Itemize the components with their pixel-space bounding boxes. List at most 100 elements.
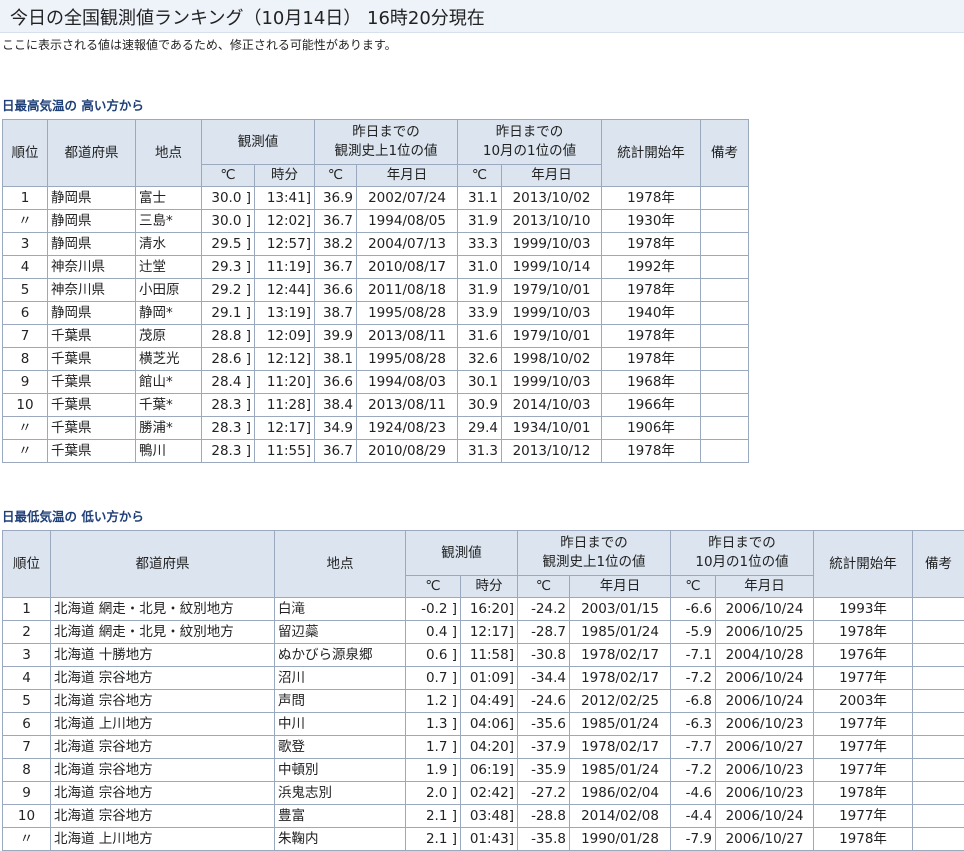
start-year-cell: 2003年 [813, 689, 913, 713]
october-value-cell: -7.2 [670, 666, 716, 690]
history-value-cell: -24.6 [517, 689, 570, 713]
site-cell: 声問 [274, 689, 406, 713]
history-date-cell: 1978/02/17 [569, 735, 671, 759]
table-row: 〃千葉県 勝浦* 28.3 ] 12:17] 34.9 1924/08/23 29.4 193… [2, 416, 749, 440]
observed-value-cell: 28.4 ] [201, 370, 255, 394]
header-october-line2: 10月の1位の値 [482, 143, 577, 159]
start-year-cell: 1992年 [601, 255, 701, 279]
prefecture-cell: 神奈川県 [47, 278, 136, 302]
observed-value-cell: 1.7 ] [405, 735, 461, 759]
prefecture-cell: 静岡県 [47, 301, 136, 325]
table-row: 1 静岡県 富士 30.0 ] 13:41] 36.9 2002/07/24 31.1 2013… [2, 186, 749, 210]
header-october-record: 昨日までの 10月の1位の値 [457, 119, 602, 165]
observed-time-cell: 11:55] [254, 439, 315, 463]
site-cell: 辻堂 [135, 255, 202, 279]
start-year-cell: 1968年 [601, 370, 701, 394]
table-row: 6 北海道 上川地方 中川 1.3 ] 04:06] -35.6 1985/01/24 -6.… [2, 712, 964, 736]
observed-value-cell: 30.0 ] [201, 186, 255, 210]
site-cell: 千葉* [135, 393, 202, 417]
history-date-cell: 2010/08/29 [356, 439, 458, 463]
history-value-cell: -28.7 [517, 620, 570, 644]
history-date-cell: 1978/02/17 [569, 666, 671, 690]
table-row: 8 北海道 宗谷地方 中頓別 1.9 ] 06:19] -35.9 1985/01/24 -7… [2, 758, 964, 782]
site-cell: 留辺蘂 [274, 620, 406, 644]
notes-cell [912, 643, 964, 667]
october-value-cell: -7.9 [670, 827, 716, 851]
observed-time-cell: 12:17] [254, 416, 315, 440]
table-row: 5 北海道 宗谷地方 声問 1.2 ] 04:49] -24.6 2012/02/25 -6.… [2, 689, 964, 713]
history-value-cell: 36.6 [314, 370, 357, 394]
history-value-cell: 38.4 [314, 393, 357, 417]
header-october-line2: 10月の1位の値 [695, 554, 789, 570]
october-value-cell: -7.1 [670, 643, 716, 667]
header-history-line2: 観測史上1位の値 [542, 554, 646, 570]
october-date-cell: 1934/10/01 [501, 416, 602, 440]
header-date: 年月日 [356, 164, 458, 187]
october-value-cell: 31.1 [457, 186, 502, 210]
high-temp-heading: 日最高気温の 高い方から [2, 98, 144, 113]
notes-cell [700, 439, 749, 463]
prefecture-cell: 静岡県 [47, 232, 136, 256]
prefecture-cell: 北海道 宗谷地方 [50, 804, 275, 828]
header-october-record: 昨日までの 10月の1位の値 [670, 530, 814, 576]
rank-cell: 10 [2, 393, 48, 417]
october-date-cell: 2006/10/25 [715, 620, 814, 644]
october-date-cell: 1979/10/01 [501, 324, 602, 348]
history-value-cell: -35.8 [517, 827, 570, 851]
observed-time-cell: 12:02] [254, 209, 315, 233]
history-value-cell: 36.7 [314, 255, 357, 279]
header-deg: ℃ [405, 575, 461, 598]
start-year-cell: 1966年 [601, 393, 701, 417]
october-value-cell: 31.3 [457, 439, 502, 463]
history-value-cell: 36.7 [314, 209, 357, 233]
october-value-cell: 31.9 [457, 209, 502, 233]
rank-cell: 3 [2, 232, 48, 256]
observed-time-cell: 13:19] [254, 301, 315, 325]
notes-cell [912, 597, 964, 621]
october-date-cell: 2014/10/03 [501, 393, 602, 417]
october-date-cell: 2006/10/24 [715, 689, 814, 713]
prefecture-cell: 静岡県 [47, 209, 136, 233]
notes-cell [912, 804, 964, 828]
history-date-cell: 1985/01/24 [569, 758, 671, 782]
notes-cell [700, 255, 749, 279]
site-cell: 歌登 [274, 735, 406, 759]
high-temp-body: 1 静岡県 富士 30.0 ] 13:41] 36.9 2002/07/24 31.1 2013… [2, 186, 749, 463]
start-year-cell: 1977年 [813, 712, 913, 736]
history-date-cell: 2002/07/24 [356, 186, 458, 210]
site-cell: 中頓別 [274, 758, 406, 782]
prefecture-cell: 静岡県 [47, 186, 136, 210]
header-prefecture: 都道府県 [50, 530, 275, 598]
start-year-cell: 1930年 [601, 209, 701, 233]
header-history-record: 昨日までの 観測史上1位の値 [517, 530, 671, 576]
october-value-cell: 30.9 [457, 393, 502, 417]
prefecture-cell: 北海道 宗谷地方 [50, 666, 275, 690]
header-october-line1: 昨日までの [708, 535, 776, 551]
table-row: 5 神奈川県 小田原 29.2 ] 12:44] 36.6 2011/08/18 31.9 19… [2, 278, 749, 302]
october-date-cell: 2013/10/10 [501, 209, 602, 233]
observed-value-cell: 29.3 ] [201, 255, 255, 279]
october-value-cell: -4.6 [670, 781, 716, 805]
history-date-cell: 1990/01/28 [569, 827, 671, 851]
history-value-cell: -28.8 [517, 804, 570, 828]
start-year-cell: 1977年 [813, 735, 913, 759]
header-date: 年月日 [569, 575, 671, 598]
prefecture-cell: 北海道 網走・北見・紋別地方 [50, 620, 275, 644]
history-value-cell: 36.7 [314, 439, 357, 463]
observed-time-cell: 01:43] [460, 827, 518, 851]
start-year-cell: 1978年 [601, 186, 701, 210]
rank-cell: 5 [2, 689, 51, 713]
history-date-cell: 2014/02/08 [569, 804, 671, 828]
history-value-cell: -24.2 [517, 597, 570, 621]
site-cell: 勝浦* [135, 416, 202, 440]
start-year-cell: 1978年 [601, 232, 701, 256]
rank-cell: 9 [2, 781, 51, 805]
start-year-cell: 1993年 [813, 597, 913, 621]
history-date-cell: 2011/08/18 [356, 278, 458, 302]
observed-time-cell: 13:41] [254, 186, 315, 210]
header-site: 地点 [135, 119, 202, 187]
low-temp-heading: 日最低気温の 低い方から [2, 509, 144, 524]
history-date-cell: 1995/08/28 [356, 347, 458, 371]
october-date-cell: 1998/10/02 [501, 347, 602, 371]
table-row: 〃北海道 上川地方 朱鞠内 2.1 ] 01:43] -35.8 1990/01/28 -7… [2, 827, 964, 851]
